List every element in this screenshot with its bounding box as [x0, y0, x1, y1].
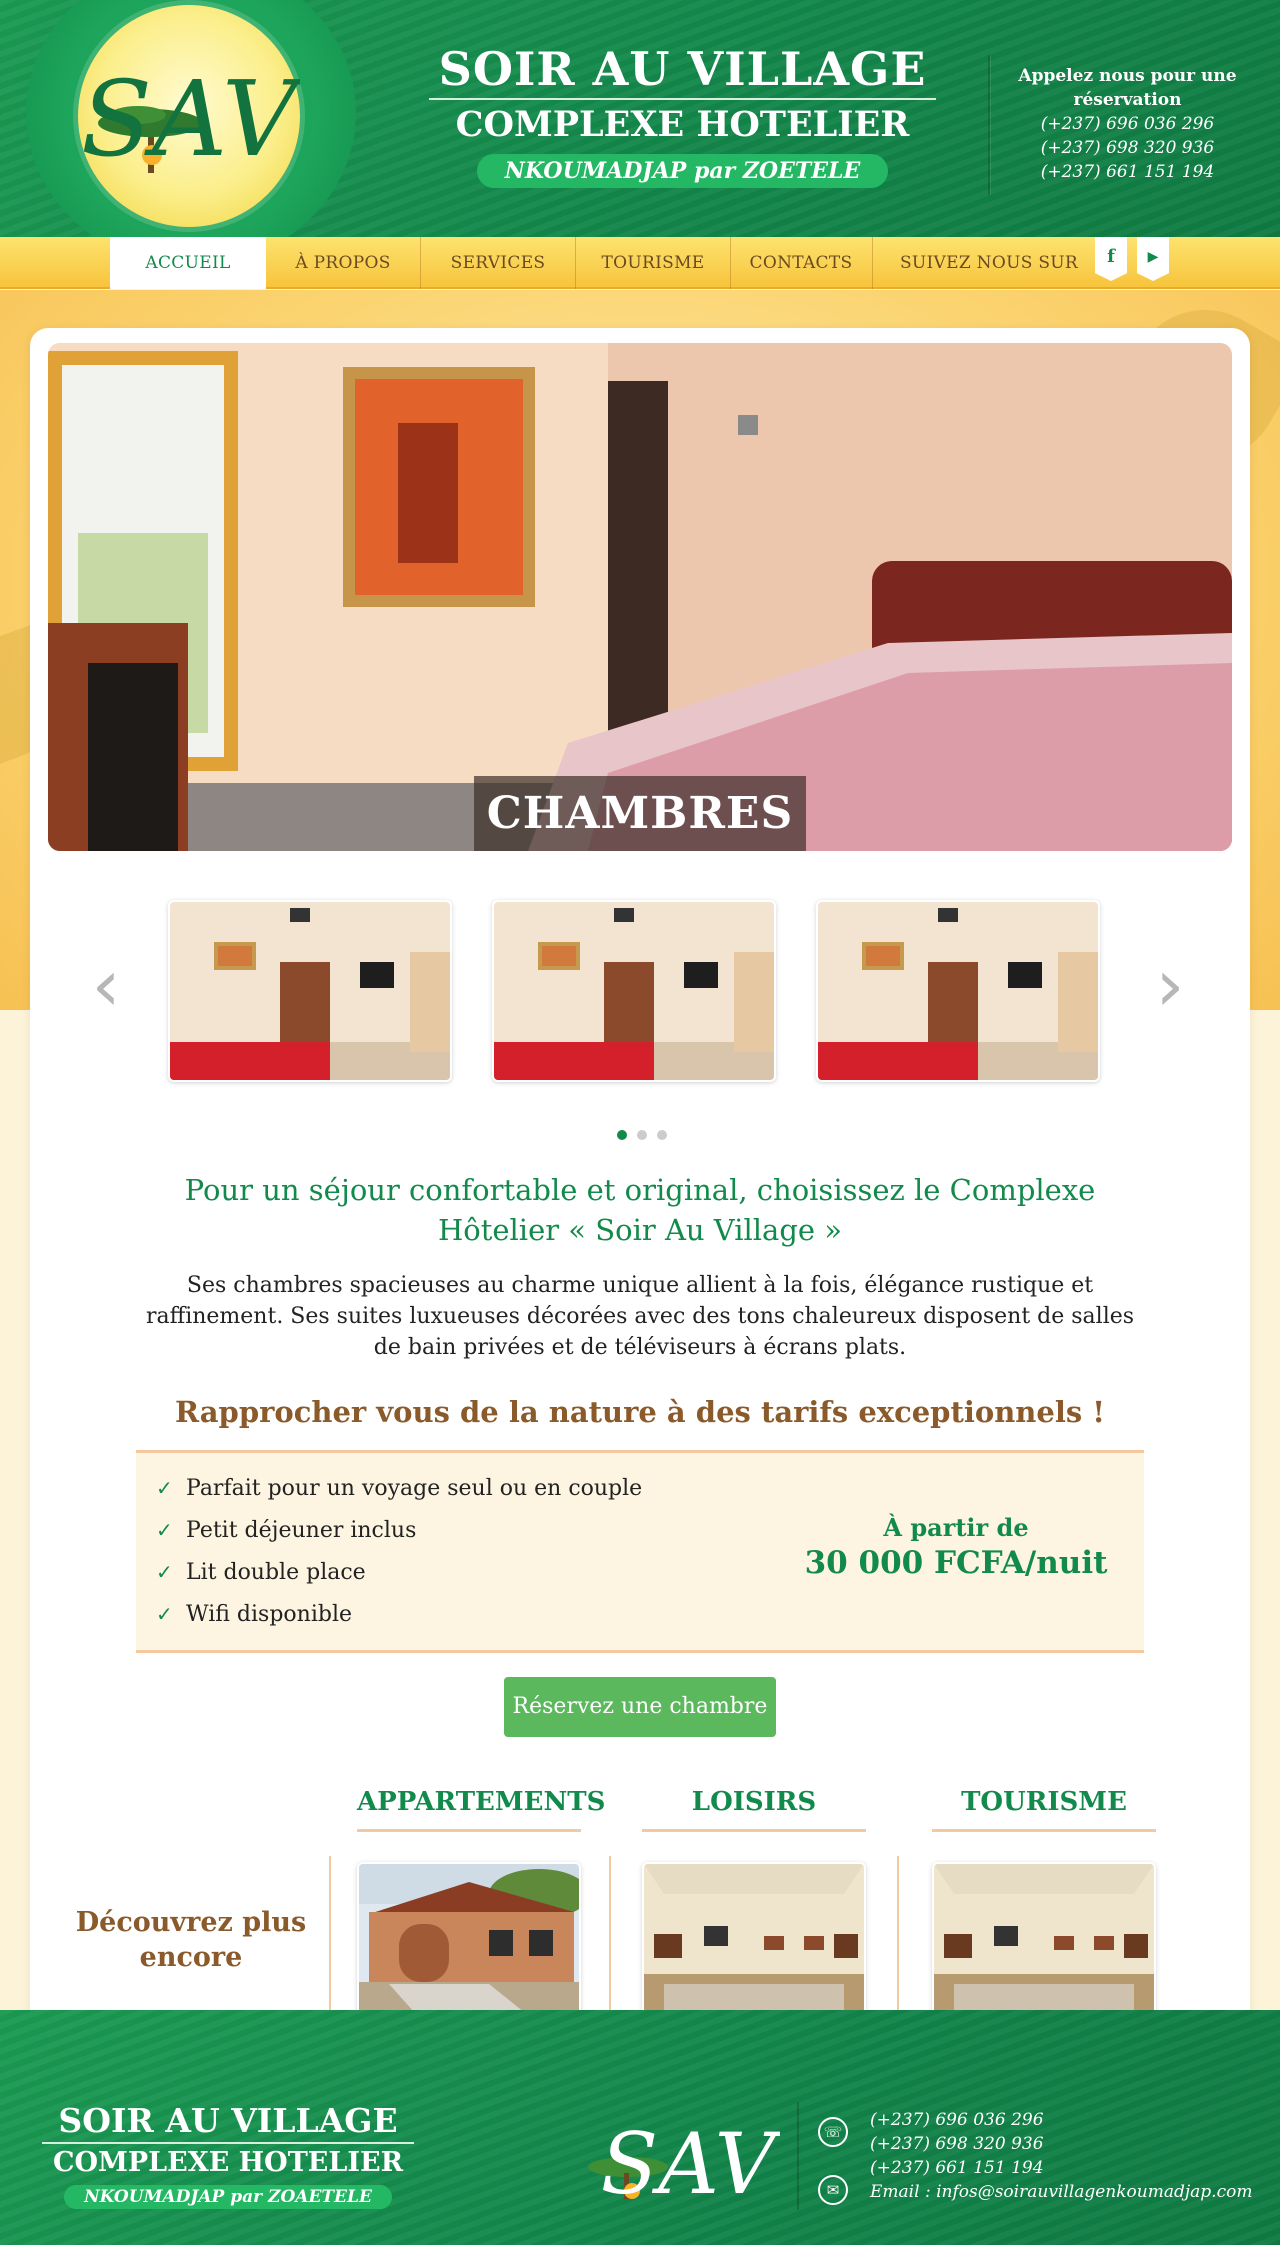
- footer-title-divider: [42, 2142, 414, 2144]
- nav-divider: [872, 237, 873, 289]
- carousel-dot[interactable]: [637, 1130, 647, 1140]
- site-title-block: SOIR AU VILLAGE COMPLEXE HOTELIER NKOUMA…: [425, 42, 940, 188]
- mail-icon: ✉: [818, 2175, 848, 2205]
- intro-paragraph: Ses chambres spacieuses au charme unique…: [145, 1273, 1135, 1360]
- hero-image: [48, 343, 1232, 851]
- footer-title-block: SOIR AU VILLAGE COMPLEXE HOTELIER NKOUMA…: [42, 2102, 414, 2209]
- hero-caption: CHAMBRES: [474, 776, 806, 851]
- site-title: SOIR AU VILLAGE: [438, 42, 927, 96]
- footer-subtitle: COMPLEXE HOTELIER: [52, 2147, 404, 2178]
- nav-item-accueil[interactable]: ACCUEIL: [110, 237, 266, 289]
- section-title-appartements[interactable]: APPARTEMENTS: [357, 1780, 605, 1832]
- phone-number[interactable]: (+237) 661 151 194: [1000, 160, 1255, 184]
- offer-box: ✓ Parfait pour un voyage seul ou en coupl…: [136, 1450, 1144, 1653]
- main-nav: ACCUEIL À PROPOS SERVICES TOURISME CONTA…: [0, 237, 1280, 289]
- phone-number[interactable]: (+237) 698 320 936: [1000, 136, 1255, 160]
- nav-item-a-propos[interactable]: À PROPOS: [266, 237, 420, 289]
- chevron-left-icon[interactable]: ‹: [86, 949, 126, 1021]
- intro-heading: Pour un séjour confortable et original, …: [184, 1173, 1096, 1247]
- check-icon: ✓: [156, 1518, 173, 1542]
- feature-item: ✓ Petit déjeuner inclus: [156, 1515, 416, 1546]
- logo-text: SAV: [81, 58, 300, 180]
- facebook-icon[interactable]: f: [1095, 237, 1127, 281]
- carousel-thumbnail[interactable]: [168, 900, 452, 1082]
- hero-slider[interactable]: CHAMBRES: [48, 343, 1232, 851]
- feature-item: ✓ Wifi disponible: [156, 1599, 352, 1630]
- footer-location-badge: NKOUMADJAP par ZOAETELE: [64, 2185, 392, 2209]
- carousel-thumbnail[interactable]: [492, 900, 776, 1082]
- nav-item-services[interactable]: SERVICES: [421, 237, 575, 289]
- check-icon: ✓: [156, 1476, 173, 1500]
- footer-email[interactable]: Email : infos@soirauvillagenkoumadjap.co…: [870, 2180, 1252, 2204]
- nav-item-tourisme[interactable]: TOURISME: [576, 237, 730, 289]
- discover-label: Découvrez plus encore: [75, 1907, 307, 1973]
- room-thumbnail-image: [818, 902, 1098, 1080]
- price-value: 30 000 FCFA/nuit: [804, 1545, 1108, 1581]
- footer-phone[interactable]: (+237) 698 320 936: [870, 2132, 1044, 2156]
- footer-title: SOIR AU VILLAGE: [58, 2101, 398, 2140]
- feature-text: Lit double place: [186, 1560, 366, 1585]
- logo-icon: SAV: [81, 58, 300, 180]
- site-header: SAV SOIR AU VILLAGE COMPLEXE HOTELIER NK…: [0, 0, 1280, 237]
- carousel-thumbnail[interactable]: [816, 900, 1100, 1082]
- room-thumbnail-image: [170, 902, 450, 1080]
- phone-icon: ☏: [818, 2117, 848, 2147]
- footer-phone[interactable]: (+237) 661 151 194: [870, 2156, 1044, 2180]
- feature-text: Parfait pour un voyage seul ou en couple: [186, 1476, 643, 1501]
- feature-item: ✓ Parfait pour un voyage seul ou en coupl…: [156, 1473, 642, 1504]
- footer-phone[interactable]: (+237) 696 036 296: [870, 2108, 1044, 2132]
- footer-logo-icon: SAV: [588, 2115, 780, 2213]
- site-subtitle: COMPLEXE HOTELIER: [455, 104, 910, 145]
- check-icon: ✓: [156, 1602, 173, 1626]
- title-divider: [429, 98, 936, 100]
- call-title: Appelez nous pour une réservation: [1018, 66, 1237, 110]
- room-thumbnail-image: [494, 902, 774, 1080]
- price-label: À partir de: [883, 1513, 1029, 1542]
- section-title-tourisme[interactable]: TOURISME: [932, 1780, 1156, 1832]
- section-title-loisirs[interactable]: LOISIRS: [642, 1780, 866, 1832]
- follow-label: SUIVEZ NOUS SUR: [899, 253, 1079, 273]
- chevron-right-icon[interactable]: ›: [1150, 949, 1190, 1021]
- phone-number[interactable]: (+237) 696 036 296: [1000, 112, 1255, 136]
- carousel-dot[interactable]: [657, 1130, 667, 1140]
- carousel-dot[interactable]: [617, 1130, 627, 1140]
- nav-item-contacts[interactable]: CONTACTS: [731, 237, 871, 289]
- footer-divider: [797, 2102, 799, 2210]
- location-badge: NKOUMADJAP par ZOETELE: [476, 154, 889, 188]
- call-block: Appelez nous pour une réservation (+237)…: [1000, 64, 1255, 184]
- header-divider: [988, 55, 990, 195]
- site-footer: SOIR AU VILLAGE COMPLEXE HOTELIER NKOUMA…: [0, 2010, 1280, 2245]
- footer-logo-text: SAV: [601, 2115, 780, 2213]
- check-icon: ✓: [156, 1560, 173, 1584]
- feature-item: ✓ Lit double place: [156, 1557, 366, 1588]
- feature-text: Wifi disponible: [186, 1602, 353, 1627]
- youtube-icon[interactable]: ▶: [1137, 237, 1169, 281]
- book-room-button[interactable]: Réservez une chambre: [504, 1677, 776, 1737]
- feature-text: Petit déjeuner inclus: [186, 1518, 417, 1543]
- promo-heading: Rapprocher vous de la nature à des tarif…: [175, 1395, 1105, 1429]
